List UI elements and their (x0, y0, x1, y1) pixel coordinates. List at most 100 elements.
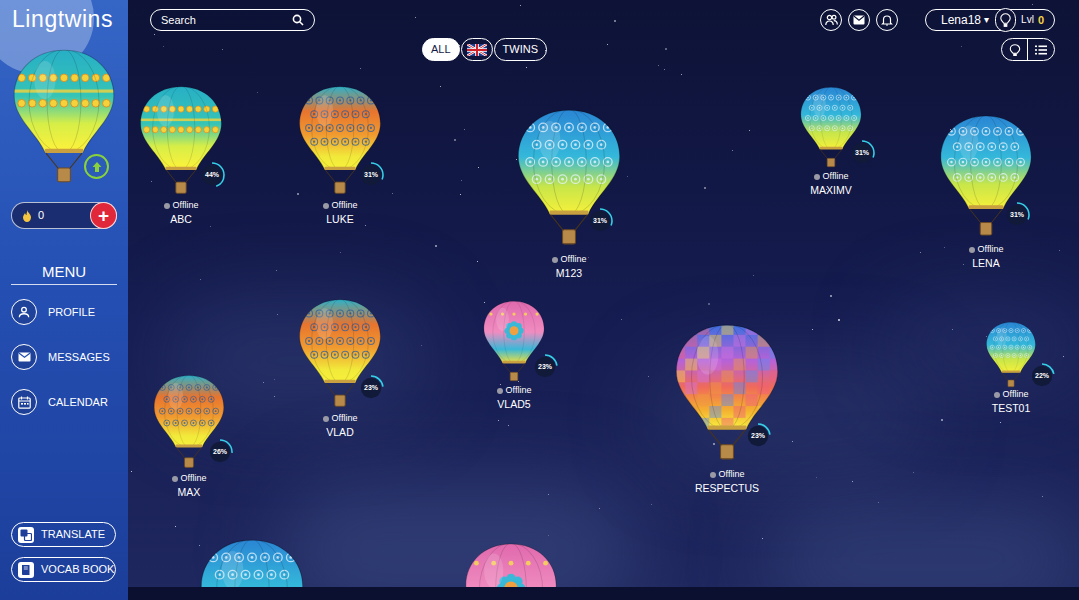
star (484, 302, 485, 303)
progress-badge: 26% (207, 439, 233, 465)
star (708, 303, 710, 305)
star (151, 181, 152, 182)
star (816, 477, 817, 478)
translate-icon (20, 529, 32, 541)
upload-button[interactable] (84, 154, 109, 179)
menu-item[interactable]: MESSAGES (11, 344, 117, 370)
star (360, 68, 361, 69)
star (1000, 422, 1001, 423)
add-button[interactable]: + (90, 202, 117, 229)
star (516, 159, 517, 160)
status-dot (323, 416, 329, 422)
menu-icon-circle (11, 299, 37, 325)
tool-button[interactable]: TRANSLATE (11, 522, 116, 547)
people-icon (825, 14, 838, 26)
star (812, 329, 813, 330)
filter-label: TWINS (503, 43, 538, 56)
logo[interactable]: Lingtwins (11, 0, 117, 33)
menu-label: CALENDAR (48, 396, 108, 409)
star (648, 376, 649, 377)
points-pill: 0 + (11, 202, 117, 229)
star (732, 150, 733, 151)
balloon-card[interactable]: 44%OfflineABC (128, 85, 241, 226)
menu-item[interactable]: CALENDAR (11, 389, 117, 415)
balloon-card[interactable]: 31%OfflineMAXIMV (771, 86, 891, 197)
calendar-icon (18, 396, 31, 409)
list-view-button[interactable] (1028, 39, 1054, 60)
balloon-icon (463, 542, 559, 587)
star (163, 46, 164, 47)
balloon-layer: 44%OfflineABC 31%OfflineLUKE 31%OfflineM12… (128, 0, 1079, 587)
user-name: MAXIMV (810, 184, 851, 197)
user-name: TEST01 (992, 402, 1031, 415)
balloon-card[interactable]: 23%OfflineVLAD (280, 298, 400, 439)
status-row: Offline (164, 200, 199, 211)
status-label: Offline (978, 244, 1004, 255)
balloon-icon (198, 538, 306, 587)
filter-tab[interactable]: TWINS (494, 38, 547, 61)
filter-list: ALL TWINS (422, 38, 547, 61)
star (498, 420, 499, 421)
balloon-card[interactable]: 31%OfflineLUKE (280, 85, 400, 226)
balloon-card[interactable] (198, 538, 306, 587)
profile-icon (17, 305, 31, 319)
progress-percent: 22% (1035, 372, 1049, 380)
map-view-button[interactable] (1002, 39, 1028, 60)
balloon-card[interactable]: 23%OfflineVLAD5 (454, 300, 574, 411)
star (963, 264, 964, 265)
star (526, 67, 527, 68)
tool-button[interactable]: VOCAB BOOK (11, 557, 116, 582)
status-label: Offline (561, 254, 587, 265)
star (753, 275, 754, 276)
star (297, 193, 299, 195)
filter-tab[interactable]: ALL (422, 38, 460, 61)
status-label: Offline (823, 171, 849, 182)
balloon-card[interactable]: 22%OfflineTEST01 (951, 321, 1071, 415)
menu-icon-circle (11, 344, 37, 370)
star (365, 225, 366, 226)
status-label: Offline (332, 413, 358, 424)
balloon-card[interactable]: 31%OfflineLENA (926, 114, 1046, 270)
user-menu[interactable]: Lena18 ▾ Lvl 0 (925, 9, 1055, 31)
notifications-button[interactable] (876, 9, 898, 31)
balloon-question-icon (1009, 44, 1021, 56)
menu-item[interactable]: PROFILE (11, 299, 117, 325)
star (852, 481, 853, 482)
star (920, 252, 921, 253)
star (627, 176, 628, 177)
tool-icon-box (18, 527, 34, 543)
balloon-card[interactable]: 26%OfflineMAX (129, 374, 249, 499)
menu-label: MESSAGES (48, 351, 110, 364)
status-label: Offline (332, 200, 358, 211)
star (749, 130, 750, 131)
balloon-card[interactable]: 23%OfflineRESPECTUS (667, 323, 787, 495)
star (435, 245, 437, 247)
balloon-card[interactable] (463, 542, 559, 587)
star (340, 252, 341, 253)
status-row: Offline (497, 385, 532, 396)
status-row: Offline (323, 413, 358, 424)
search-box[interactable] (150, 9, 315, 31)
balloon-card[interactable]: 31%OfflineM123 (509, 108, 629, 280)
star (621, 319, 622, 320)
inbox-button[interactable] (848, 9, 870, 31)
progress-percent: 23% (538, 363, 552, 371)
friends-button[interactable] (820, 9, 842, 31)
progress-arc (588, 209, 612, 233)
star (461, 180, 462, 181)
star (477, 261, 478, 262)
star (961, 46, 962, 47)
language-filter[interactable] (461, 38, 493, 61)
my-balloon[interactable] (11, 48, 117, 184)
menu-icon-circle (11, 389, 37, 415)
bottom-strip (128, 587, 1079, 600)
star (588, 257, 589, 258)
cloud (768, 500, 1079, 587)
sidebar: Lingtwins 0 + MENU PROFILEMESSAGESCALEND… (0, 0, 128, 600)
progress-percent: 26% (213, 448, 227, 456)
status-dot (710, 472, 716, 478)
search-input[interactable] (161, 12, 292, 29)
star (131, 471, 132, 472)
level-label: Lvl (1021, 14, 1034, 26)
star (392, 193, 393, 194)
